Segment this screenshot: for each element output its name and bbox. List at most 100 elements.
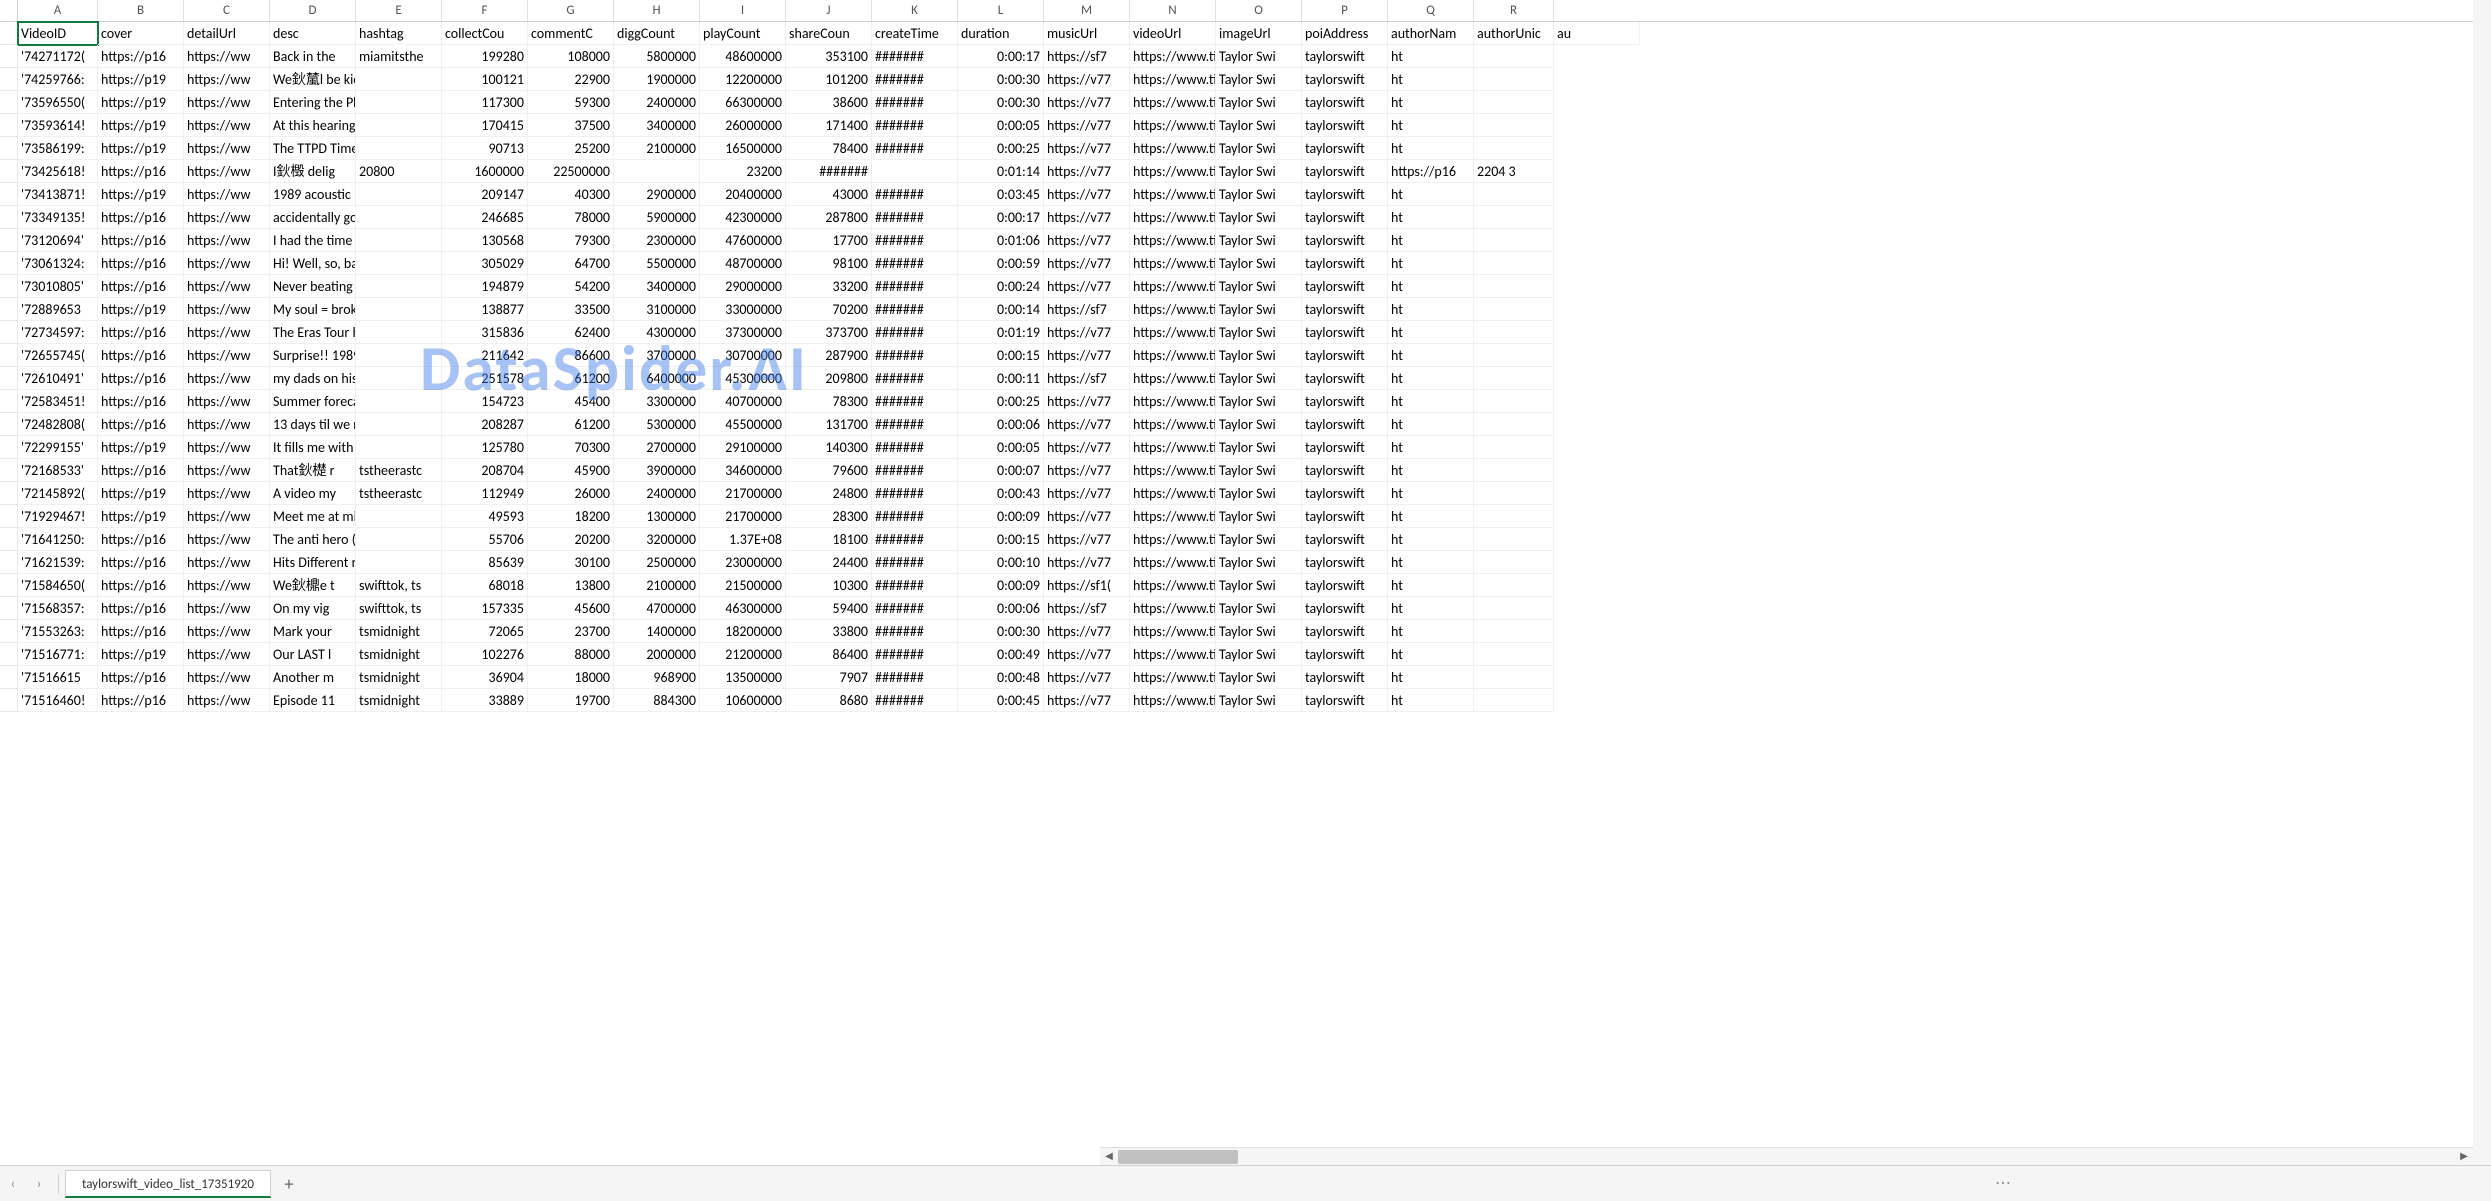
- data-cell[interactable]: taylorswift: [1302, 505, 1388, 528]
- data-cell[interactable]: Taylor Swi: [1216, 666, 1302, 689]
- data-cell[interactable]: 373700: [786, 321, 872, 344]
- row-header[interactable]: [0, 91, 18, 114]
- data-cell[interactable]: [356, 252, 442, 275]
- data-cell[interactable]: https://v77: [1044, 528, 1130, 551]
- data-cell[interactable]: Taylor Swi: [1216, 229, 1302, 252]
- data-cell[interactable]: '72299155': [18, 436, 98, 459]
- data-cell[interactable]: ht: [1388, 643, 1474, 666]
- row-header[interactable]: [0, 252, 18, 275]
- data-cell[interactable]: https://ww: [184, 45, 270, 68]
- data-cell[interactable]: 8680: [786, 689, 872, 712]
- data-cell[interactable]: https://p16: [98, 252, 184, 275]
- data-cell[interactable]: https://www.tiktok.com/aweme/: [1130, 689, 1216, 712]
- data-cell[interactable]: https://www.tiktok.com/aweme/: [1130, 298, 1216, 321]
- header-cell[interactable]: diggCount: [614, 22, 700, 45]
- data-cell[interactable]: 2400000: [614, 482, 700, 505]
- data-cell[interactable]: Taylor Swi: [1216, 252, 1302, 275]
- data-cell[interactable]: #######: [872, 689, 958, 712]
- data-cell[interactable]: 0:01:06: [958, 229, 1044, 252]
- data-cell[interactable]: 79300: [528, 229, 614, 252]
- data-cell[interactable]: 48600000: [700, 45, 786, 68]
- row-header[interactable]: [0, 459, 18, 482]
- data-cell[interactable]: '74271172(: [18, 45, 98, 68]
- data-cell[interactable]: https://ww: [184, 68, 270, 91]
- data-cell[interactable]: ht: [1388, 298, 1474, 321]
- data-cell[interactable]: https://p19: [98, 137, 184, 160]
- data-cell[interactable]: 86600: [528, 344, 614, 367]
- data-cell[interactable]: https://www.tiktok.com/aweme/: [1130, 183, 1216, 206]
- data-cell[interactable]: https://ww: [184, 252, 270, 275]
- column-header-J[interactable]: J: [786, 0, 872, 21]
- data-cell[interactable]: 102276: [442, 643, 528, 666]
- data-cell[interactable]: #######: [872, 436, 958, 459]
- data-cell[interactable]: 101200: [786, 68, 872, 91]
- data-cell[interactable]: my dads on his segw: [270, 367, 356, 390]
- data-cell[interactable]: https://p16: [98, 344, 184, 367]
- header-cell[interactable]: au: [1554, 22, 1640, 45]
- data-cell[interactable]: [356, 68, 442, 91]
- data-cell[interactable]: Taylor Swi: [1216, 321, 1302, 344]
- header-cell[interactable]: commentC: [528, 22, 614, 45]
- data-cell[interactable]: Our LAST l: [270, 643, 356, 666]
- data-cell[interactable]: Taylor Swi: [1216, 344, 1302, 367]
- data-cell[interactable]: Taylor Swi: [1216, 114, 1302, 137]
- data-cell[interactable]: [1474, 689, 1554, 712]
- data-cell[interactable]: 25200: [528, 137, 614, 160]
- data-cell[interactable]: https://p19: [98, 183, 184, 206]
- data-cell[interactable]: https://www.tiktok.com/aweme/: [1130, 91, 1216, 114]
- data-cell[interactable]: 40300: [528, 183, 614, 206]
- data-cell[interactable]: A video my: [270, 482, 356, 505]
- data-cell[interactable]: 0:00:59: [958, 252, 1044, 275]
- data-cell[interactable]: https://www.tiktok.com/aweme/: [1130, 344, 1216, 367]
- data-cell[interactable]: Episode 11: [270, 689, 356, 712]
- data-cell[interactable]: #######: [872, 574, 958, 597]
- data-cell[interactable]: 33500: [528, 298, 614, 321]
- data-cell[interactable]: The Eras Tour has be: [270, 321, 356, 344]
- data-cell[interactable]: https://sf7: [1044, 298, 1130, 321]
- data-cell[interactable]: 64700: [528, 252, 614, 275]
- data-cell[interactable]: '72734597:: [18, 321, 98, 344]
- data-cell[interactable]: [872, 160, 958, 183]
- data-cell[interactable]: https://p19: [98, 482, 184, 505]
- data-cell[interactable]: https://v77: [1044, 321, 1130, 344]
- data-cell[interactable]: 0:00:25: [958, 390, 1044, 413]
- header-cell[interactable]: VideoID: [18, 22, 98, 45]
- data-cell[interactable]: taylorswift: [1302, 45, 1388, 68]
- row-header[interactable]: [0, 390, 18, 413]
- data-cell[interactable]: taylorswift: [1302, 597, 1388, 620]
- data-cell[interactable]: https://ww: [184, 344, 270, 367]
- column-header-L[interactable]: L: [958, 0, 1044, 21]
- data-cell[interactable]: https://p16: [98, 206, 184, 229]
- data-cell[interactable]: The anti hero (Roose: [270, 528, 356, 551]
- data-cell[interactable]: 7907: [786, 666, 872, 689]
- data-cell[interactable]: tstheerastc: [356, 482, 442, 505]
- data-cell[interactable]: 21700000: [700, 505, 786, 528]
- data-cell[interactable]: https://p16: [98, 160, 184, 183]
- data-cell[interactable]: taylorswift: [1302, 91, 1388, 114]
- header-cell[interactable]: desc: [270, 22, 356, 45]
- data-cell[interactable]: 0:00:06: [958, 597, 1044, 620]
- data-cell[interactable]: I鈥檓 delig: [270, 160, 356, 183]
- data-cell[interactable]: [1474, 597, 1554, 620]
- data-cell[interactable]: ht: [1388, 252, 1474, 275]
- data-cell[interactable]: 2300000: [614, 229, 700, 252]
- data-cell[interactable]: #######: [872, 390, 958, 413]
- data-cell[interactable]: ht: [1388, 367, 1474, 390]
- data-cell[interactable]: Taylor Swi: [1216, 413, 1302, 436]
- data-cell[interactable]: 33800: [786, 620, 872, 643]
- data-cell[interactable]: https://v77: [1044, 160, 1130, 183]
- data-cell[interactable]: https://p19: [98, 505, 184, 528]
- data-cell[interactable]: https://www.tiktok.com/aweme/: [1130, 482, 1216, 505]
- data-cell[interactable]: Taylor Swi: [1216, 551, 1302, 574]
- column-header-G[interactable]: G: [528, 0, 614, 21]
- data-cell[interactable]: 49593: [442, 505, 528, 528]
- data-cell[interactable]: 54200: [528, 275, 614, 298]
- data-cell[interactable]: #######: [872, 275, 958, 298]
- data-cell[interactable]: '73413871!: [18, 183, 98, 206]
- data-cell[interactable]: tsmidnight: [356, 689, 442, 712]
- data-cell[interactable]: '71568357:: [18, 597, 98, 620]
- data-cell[interactable]: 2100000: [614, 574, 700, 597]
- data-cell[interactable]: 26000: [528, 482, 614, 505]
- data-cell[interactable]: [356, 298, 442, 321]
- data-cell[interactable]: 43000: [786, 183, 872, 206]
